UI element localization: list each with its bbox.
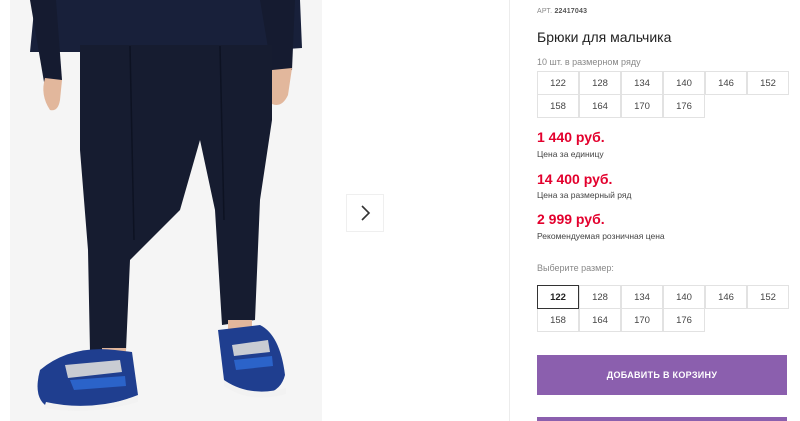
article-number: АРТ. 22417043 [537,8,587,15]
size-option-selected[interactable]: 122 [537,285,579,309]
chevron-right-icon [361,205,371,221]
product-gallery [0,0,510,421]
size-option[interactable]: 128 [579,285,621,309]
size-option[interactable]: 140 [663,285,705,309]
size-range-cell: 146 [705,71,747,95]
size-range-cell: 164 [579,94,621,118]
size-range-cell: 140 [663,71,705,95]
size-picker-grid: 122 128 134 140 146 152 158 164 170 176 [537,285,789,332]
size-option[interactable]: 176 [663,308,705,332]
product-photo [10,0,322,421]
size-range-cell: 158 [537,94,579,118]
size-option[interactable]: 134 [621,285,663,309]
size-range-cell: 176 [663,94,705,118]
retail-price: 2 999 руб. [537,211,605,227]
size-option[interactable]: 158 [537,308,579,332]
size-option[interactable]: 164 [579,308,621,332]
unit-price: 1 440 руб. [537,129,605,145]
size-option[interactable]: 146 [705,285,747,309]
range-price: 14 400 руб. [537,171,613,187]
size-option[interactable]: 152 [747,285,789,309]
article-prefix: АРТ. [537,8,553,15]
retail-price-label: Рекомендуемая розничная цена [537,231,665,241]
size-range-grid: 122 128 134 140 146 152 158 164 170 176 [537,71,789,118]
product-title: Брюки для мальчика [537,29,672,45]
size-range-cell: 170 [621,94,663,118]
size-range-cell: 134 [621,71,663,95]
unit-price-label: Цена за единицу [537,149,604,159]
panel-divider [509,0,510,421]
pack-info: 10 шт. в размерном ряду [537,57,641,67]
size-option[interactable]: 170 [621,308,663,332]
article-value: 22417043 [554,8,588,15]
size-range-cell: 122 [537,71,579,95]
add-to-cart-button[interactable]: ДОБАВИТЬ В КОРЗИНУ [537,355,787,395]
size-range-cell: 128 [579,71,621,95]
size-range-cell: 152 [747,71,789,95]
gallery-next-button[interactable] [346,194,384,232]
size-picker-label: Выберите размер: [537,263,614,273]
range-price-label: Цена за размерный ряд [537,190,632,200]
secondary-button-edge[interactable] [537,417,787,421]
